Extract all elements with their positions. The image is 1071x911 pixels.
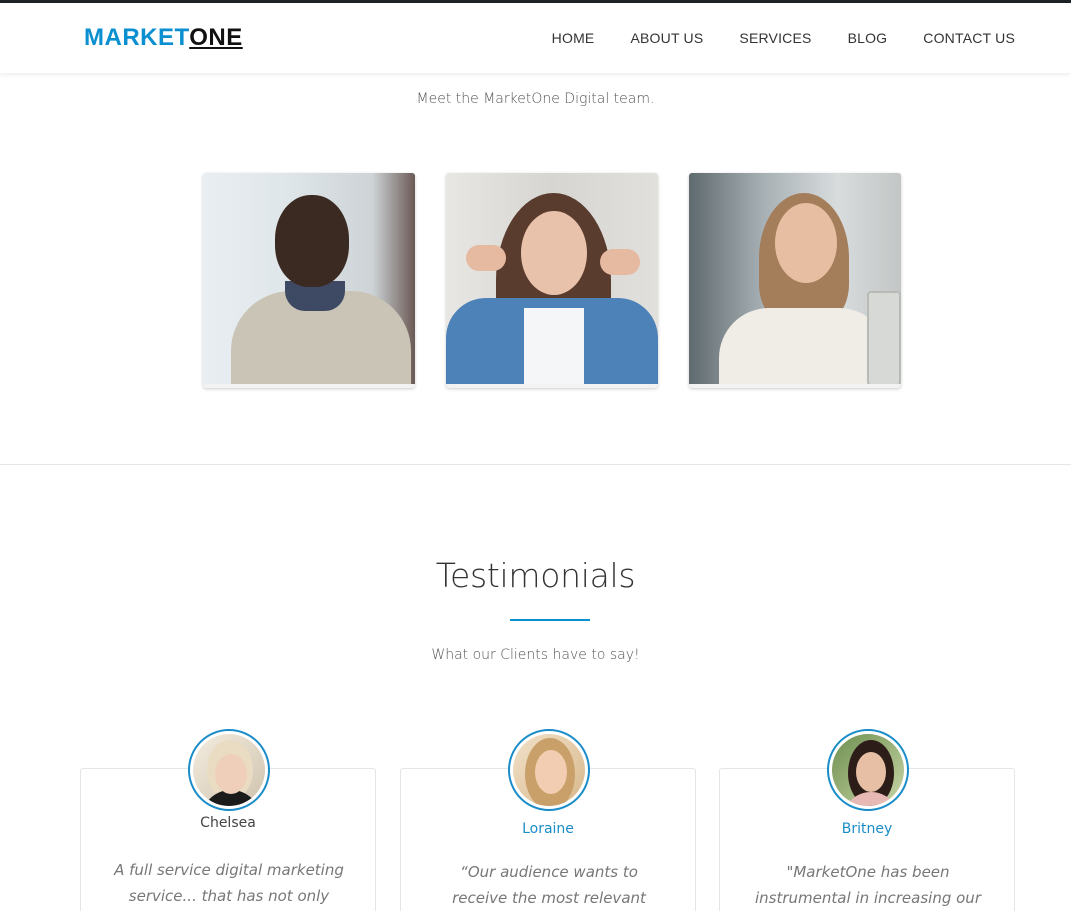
title-underline xyxy=(510,619,590,621)
logo-part-market: MARKET xyxy=(84,24,190,51)
nav-blog[interactable]: BLOG xyxy=(848,30,888,46)
testimonial-card: Britney "MarketOne has been instrumental… xyxy=(719,729,1015,911)
team-subtitle: Meet the MarketOne Digital team. xyxy=(416,91,655,107)
testimonials-title: Testimonials xyxy=(435,556,636,595)
avatar xyxy=(188,729,270,811)
logo-part-one: ONE xyxy=(189,24,243,51)
logo[interactable]: MARKETONE xyxy=(84,25,243,51)
avatar xyxy=(508,729,590,811)
testimonials-subtitle: What our Clients have to say! xyxy=(431,647,640,663)
team-card[interactable] xyxy=(689,173,901,388)
team-cards xyxy=(203,173,901,388)
team-photo-man xyxy=(203,173,415,384)
nav-home[interactable]: HOME xyxy=(552,30,595,46)
section-divider xyxy=(0,464,1071,465)
navbar: MARKETONE HOME ABOUT US SERVICES BLOG CO… xyxy=(0,3,1071,73)
avatar xyxy=(827,729,909,811)
team-card[interactable] xyxy=(446,173,658,388)
testimonial-card: Chelsea A full service digital marketing… xyxy=(80,729,376,911)
nav-contact-us[interactable]: CONTACT US xyxy=(923,30,1015,46)
nav-services[interactable]: SERVICES xyxy=(739,30,811,46)
testimonial-name-link[interactable]: Loraine xyxy=(401,821,695,837)
testimonial-quote: "MarketOne has been instrumental in incr… xyxy=(755,863,981,907)
testimonial-name: Chelsea xyxy=(200,815,256,831)
testimonial-quote: “Our audience wants to receive the most … xyxy=(452,863,646,907)
team-photo-woman-phone xyxy=(689,173,901,384)
testimonial-quote: A full service digital marketing service… xyxy=(114,861,344,905)
main-nav: HOME ABOUT US SERVICES BLOG CONTACT US xyxy=(552,30,1015,46)
testimonial-card: Loraine “Our audience wants to receive t… xyxy=(400,729,696,911)
team-photo-woman-peace-signs xyxy=(446,173,658,384)
team-card[interactable] xyxy=(203,173,415,388)
testimonial-name-link[interactable]: Britney xyxy=(720,821,1014,837)
nav-about-us[interactable]: ABOUT US xyxy=(630,30,703,46)
